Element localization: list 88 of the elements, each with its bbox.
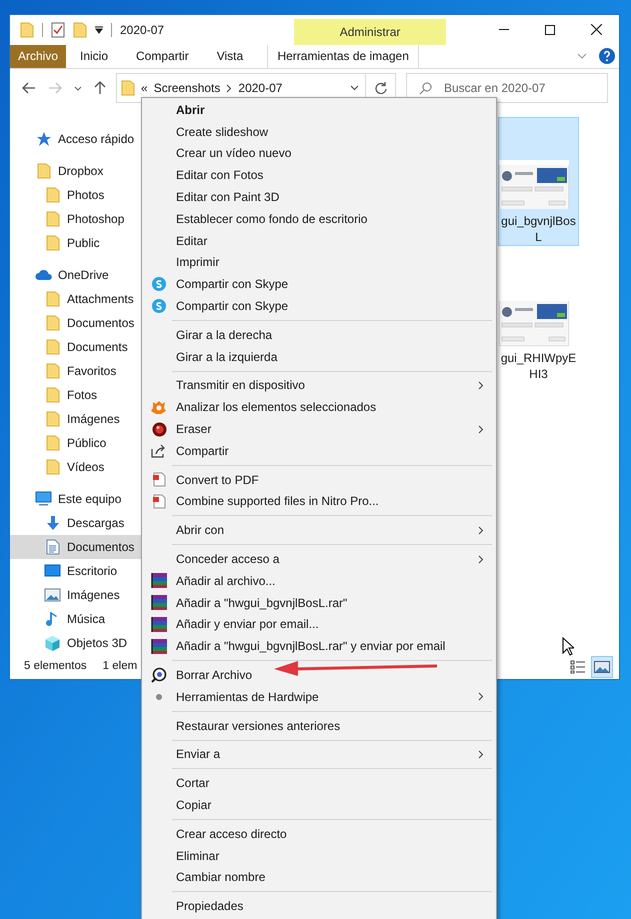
folder-icon [46, 459, 60, 476]
book-stack-icon [150, 616, 168, 633]
cloud-icon [35, 269, 52, 282]
cube-icon [44, 634, 61, 652]
breadcrumb[interactable]: Screenshots [154, 79, 220, 98]
folder-icon [73, 22, 87, 38]
ribbon-tab[interactable]: Vista [202, 44, 258, 68]
view-mode-button[interactable] [591, 656, 613, 678]
book-stack-icon [150, 572, 168, 590]
details-view-icon [570, 660, 586, 674]
landscape-icon [44, 588, 61, 602]
menu-item[interactable]: Propiedades [144, 895, 494, 918]
music-note-icon [46, 610, 60, 628]
folder-icon [46, 291, 60, 308]
book-stack-icon [150, 594, 168, 612]
folder-icon [46, 411, 60, 428]
mouse-pointer-icon [562, 637, 574, 656]
breadcrumb[interactable]: 2020-07 [238, 79, 282, 98]
chevron-right-icon [478, 380, 484, 390]
menu-item[interactable]: Restaurar versiones anteriores [144, 714, 494, 737]
item-count: 5 elementos [24, 659, 87, 674]
folder-icon [46, 363, 60, 380]
folder-icon [46, 235, 60, 252]
file-name: gui_bgvnjlBosL [500, 213, 577, 246]
search-icon [419, 82, 432, 95]
checklist-icon[interactable] [51, 22, 65, 38]
disc-icon [151, 667, 167, 684]
document-icon [46, 539, 60, 556]
breadcrumb-overflow[interactable]: « [141, 79, 148, 98]
folder-icon [20, 22, 34, 38]
menu-item[interactable]: Cambiar nombre [144, 866, 494, 888]
dot-icon [156, 694, 162, 700]
menu-item[interactable]: Herramientas de Hardwipe [144, 686, 494, 708]
thumbnail-view-icon [594, 661, 610, 674]
menu-item[interactable]: Crear acceso directo [144, 822, 494, 845]
selection-count: 1 elem [102, 659, 138, 674]
contextual-tab-header: Administrar [294, 18, 446, 45]
ribbon-tab[interactable]: Inicio [66, 44, 122, 68]
folder-icon [46, 315, 60, 332]
chevron-right-icon [478, 424, 484, 434]
search-input[interactable]: Buscar en 2020-07 [444, 79, 584, 98]
desktop-icon [44, 564, 61, 578]
folder-icon [46, 435, 60, 452]
back-arrow-icon[interactable] [22, 82, 36, 94]
splash-logo-icon [151, 400, 167, 414]
book-stack-icon [150, 638, 168, 655]
sphere-icon [152, 422, 166, 437]
folder-icon [121, 80, 135, 96]
pdf-document-icon [152, 494, 166, 509]
menu-item[interactable]: Copiar [144, 794, 494, 816]
window-title: 2020-07 [120, 22, 164, 39]
monitor-icon [35, 491, 52, 508]
search-field[interactable]: Buscar en 2020-07 [406, 73, 608, 104]
minimize-icon [499, 29, 509, 30]
chevron-down-icon[interactable] [350, 85, 359, 92]
chevron-right-icon [478, 554, 484, 564]
chevron-down-icon[interactable] [74, 86, 82, 91]
menu-item[interactable]: Cortar [144, 772, 494, 794]
folder-icon [36, 163, 50, 180]
file-tile[interactable]: gui_bgvnjlBosL [498, 117, 579, 246]
chevron-right-icon [478, 526, 484, 535]
ribbon-tab[interactable]: Compartir [122, 44, 203, 68]
folder-icon [46, 187, 60, 204]
file-tab[interactable]: Archivo [10, 44, 66, 68]
folder-icon [46, 387, 60, 404]
close-icon [590, 24, 602, 36]
menu-item[interactable]: Eliminar [144, 844, 494, 866]
folder-icon [46, 339, 60, 356]
up-arrow-icon[interactable] [94, 81, 106, 96]
menu-item[interactable]: Borrar Archivo [144, 664, 494, 686]
file-tile[interactable]: gui_RHIWpyEHI3 [498, 290, 579, 420]
file-name: gui_RHIWpyEHI3 [500, 350, 578, 382]
menu-item[interactable]: Enviar a [144, 744, 494, 766]
maximize-icon [545, 24, 555, 35]
caret-down-icon[interactable] [95, 26, 103, 34]
chevron-right-icon [478, 750, 484, 759]
skype-icon [152, 299, 166, 314]
download-arrow-icon [44, 515, 60, 532]
share-icon [151, 444, 167, 458]
chevron-right-icon [226, 84, 232, 93]
pdf-document-icon [152, 472, 166, 488]
ribbon-tab[interactable]: Herramientas de imagen [267, 44, 420, 68]
skype-icon [152, 277, 166, 292]
chevron-right-icon [478, 692, 484, 702]
refresh-icon [374, 82, 386, 94]
star-icon [36, 131, 52, 148]
help-icon[interactable] [599, 48, 615, 64]
folder-icon [46, 211, 60, 228]
